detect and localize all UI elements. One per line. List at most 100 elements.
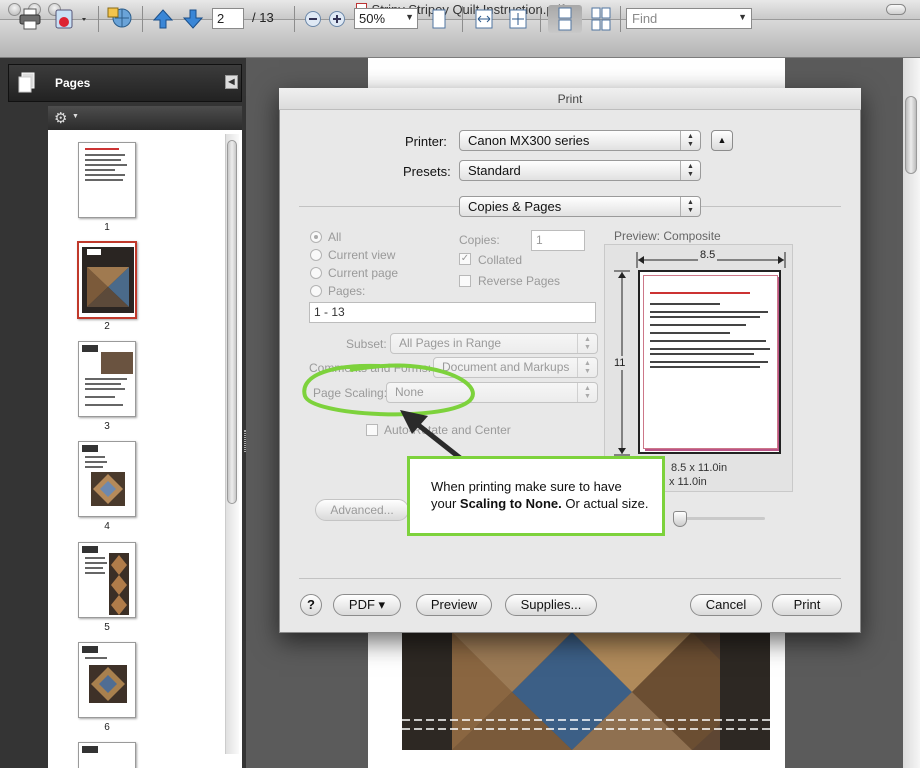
toolbar-toggle-button[interactable] — [886, 4, 906, 15]
collapse-panel-button[interactable]: ◀ — [225, 75, 238, 89]
panel-select[interactable]: Copies & Pages ▲ ▼ — [459, 196, 701, 217]
toolbar-separator — [620, 6, 621, 32]
continuous-view-button[interactable] — [548, 5, 582, 33]
fit-page-button[interactable] — [504, 5, 532, 33]
up-down-chevron-icon: ▲ ▼ — [680, 161, 700, 180]
printer-icon — [19, 8, 41, 30]
fit-width-icon — [475, 9, 493, 29]
create-pdf-menu-button[interactable] — [52, 5, 92, 33]
two-up-view-button[interactable] — [586, 5, 616, 33]
up-down-chevron-icon: ▲ ▼ — [577, 383, 597, 402]
thumbnail-label: 4 — [104, 521, 110, 532]
help-button[interactable]: ? — [300, 594, 322, 616]
disclosure-triangle-icon: ▲ — [717, 135, 727, 145]
range-all-radio[interactable] — [310, 231, 322, 243]
up-down-chevron-icon: ▲ ▼ — [577, 334, 597, 353]
range-current-page-label: Current page — [328, 266, 399, 280]
range-pages-label: Pages: — [328, 284, 366, 298]
panel-options-bar: ⚙ ▼ — [48, 106, 242, 130]
preview-width-label: 8.5 — [698, 249, 718, 261]
pdf-menu-button[interactable]: PDF ▾ — [333, 594, 401, 616]
document-scroll-thumb[interactable] — [905, 96, 917, 174]
range-current-view-radio[interactable] — [310, 249, 322, 261]
find-input[interactable]: Find ▼ — [626, 8, 752, 29]
chevron-down-icon: ▼ — [72, 113, 79, 120]
paper-size-line-1: 8.5 x 11.0in — [671, 462, 728, 474]
preview-button[interactable]: Preview — [416, 594, 492, 616]
panel-value: Copies & Pages — [468, 199, 562, 214]
share-globe-icon — [107, 7, 132, 28]
toolbar-separator — [462, 6, 463, 32]
thumbnail-label: 1 — [104, 222, 110, 233]
copies-input[interactable]: 1 — [531, 230, 585, 251]
chevron-down-icon: ▼ — [405, 12, 414, 22]
printer-label: Printer: — [405, 134, 447, 149]
preview-scale-slider[interactable] — [680, 517, 765, 520]
thumbnail-label: 3 — [104, 421, 110, 432]
presets-value: Standard — [468, 163, 521, 178]
collated-checkbox[interactable]: ✓ — [459, 253, 471, 265]
printer-value: Canon MX300 series — [468, 133, 590, 148]
chevron-down-icon: ▼ — [738, 12, 747, 22]
advanced-button[interactable]: Advanced... — [315, 499, 409, 521]
gear-icon[interactable]: ⚙ — [54, 109, 67, 127]
reverse-pages-checkbox[interactable] — [459, 275, 471, 287]
print-button[interactable] — [16, 5, 44, 33]
share-button[interactable] — [104, 5, 136, 33]
callout-text-pre: your — [431, 496, 460, 511]
continuous-pages-icon — [558, 7, 572, 31]
page-thumbnail-4[interactable] — [78, 441, 136, 517]
up-down-chevron-icon: ▲ ▼ — [577, 358, 597, 377]
zoom-out-icon — [305, 11, 321, 27]
single-page-view-button[interactable] — [426, 5, 452, 33]
range-current-view-label: Current view — [328, 248, 396, 262]
arrow-down-icon — [182, 9, 204, 29]
callout-line-2: your Scaling to None. Or actual size. — [431, 495, 652, 512]
pages-panel-header: Pages ◀ — [8, 64, 242, 102]
disclosure-button[interactable]: ▲ — [711, 130, 733, 151]
main-toolbar — [0, 20, 920, 58]
fit-page-icon — [509, 9, 527, 29]
copies-label: Copies: — [459, 233, 500, 247]
supplies-button[interactable]: Supplies... — [505, 594, 597, 616]
page-thumbnail-2[interactable] — [77, 241, 137, 319]
toolbar-separator — [540, 6, 541, 32]
presets-select[interactable]: Standard ▲ ▼ — [459, 160, 701, 181]
next-page-button[interactable] — [180, 5, 206, 33]
toolbar-separator — [142, 6, 143, 32]
instruction-callout: When printing make sure to have your Sca… — [407, 456, 665, 536]
preview-slider-thumb[interactable] — [673, 511, 687, 527]
collated-label: Collated — [478, 253, 523, 267]
zoom-level-value: 50% — [359, 11, 386, 26]
up-down-chevron-icon: ▲ ▼ — [680, 197, 700, 216]
pages-range-input[interactable]: 1 - 13 — [309, 302, 596, 323]
button-divider — [299, 578, 841, 579]
sidebar-resize-handle[interactable] — [244, 430, 246, 452]
printer-select[interactable]: Canon MX300 series ▲ ▼ — [459, 130, 701, 151]
page-number-input[interactable]: 2 — [212, 8, 244, 29]
up-down-chevron-icon: ▲ ▼ — [680, 131, 700, 150]
page-thumbnail-7[interactable] — [78, 742, 136, 768]
page-thumbnail-6[interactable] — [78, 642, 136, 718]
sidebar-scroll-thumb[interactable] — [227, 140, 237, 504]
reverse-pages-label: Reverse Pages — [478, 274, 561, 288]
subset-select[interactable]: All Pages in Range ▲ ▼ — [390, 333, 598, 354]
zoom-out-button[interactable] — [302, 5, 324, 33]
paper-size-line-2: x 11.0in — [669, 476, 707, 488]
page-thumbnail-1[interactable] — [78, 142, 136, 218]
range-current-page-radio[interactable] — [310, 267, 322, 279]
print-confirm-button[interactable]: Print — [772, 594, 842, 616]
checkmark-icon: ✓ — [460, 253, 470, 264]
page-thumbnail-5[interactable] — [78, 542, 136, 618]
zoom-in-icon — [329, 11, 345, 27]
page-thumbnail-3[interactable] — [78, 341, 136, 417]
preview-page-content — [643, 275, 778, 449]
cancel-button[interactable]: Cancel — [690, 594, 762, 616]
toolbar-separator — [294, 6, 295, 32]
presets-label: Presets: — [403, 164, 451, 179]
previous-page-button[interactable] — [150, 5, 176, 33]
zoom-level-select[interactable]: 50% ▼ — [354, 8, 418, 29]
fit-width-button[interactable] — [470, 5, 498, 33]
zoom-in-button[interactable] — [326, 5, 348, 33]
range-pages-radio[interactable] — [310, 285, 322, 297]
